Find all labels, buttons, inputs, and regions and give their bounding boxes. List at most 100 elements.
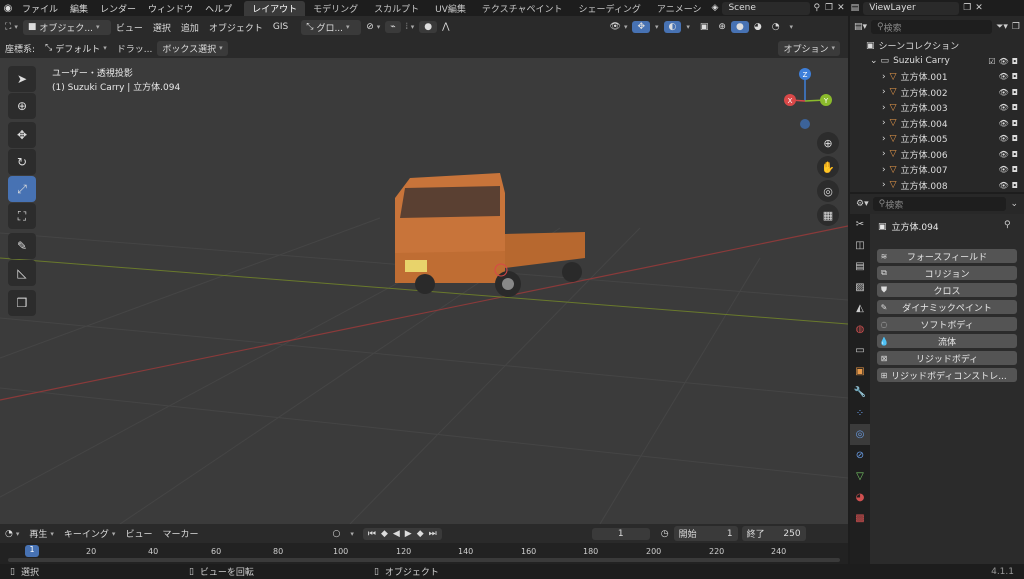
fluid-button[interactable]: 💧 流体	[877, 334, 1017, 348]
material-tab-icon[interactable]: ◕	[850, 487, 870, 508]
proportional-edit-toggle[interactable]: ●	[419, 21, 438, 33]
expand-chevron-icon[interactable]: ›	[882, 118, 886, 128]
solid-shading-icon[interactable]: ●	[730, 21, 749, 33]
menu-render[interactable]: レンダー	[94, 2, 142, 15]
view-layer-icon[interactable]: ▤	[851, 3, 860, 13]
filter-icon[interactable]: ⏷▾	[996, 22, 1008, 32]
menu-marker[interactable]: マーカー	[157, 526, 203, 541]
expand-chevron-icon[interactable]: ›	[882, 149, 886, 159]
blender-logo-icon[interactable]: ◉	[0, 0, 16, 16]
constraints-tab-icon[interactable]: ⊘	[850, 445, 870, 466]
eye-icon[interactable]: 👁	[999, 88, 1009, 97]
pin-icon[interactable]: ⚲	[813, 3, 820, 13]
force-field-button[interactable]: ≋ フォースフィールド	[877, 249, 1017, 263]
menu-view[interactable]: ビュー	[111, 20, 148, 35]
next-key-icon[interactable]: ◆	[417, 529, 424, 539]
playhead[interactable]: 1	[25, 545, 39, 557]
new-collection-icon[interactable]: ❐	[1012, 22, 1020, 32]
properties-options-icon[interactable]: ⌄	[1010, 199, 1018, 209]
camera-render-icon[interactable]: ◘	[1012, 150, 1018, 159]
tab-modeling[interactable]: モデリング	[305, 1, 366, 16]
menu-gis[interactable]: GIS	[268, 21, 293, 33]
snap-toggle[interactable]: ⌁	[385, 21, 401, 33]
cursor-tool-icon[interactable]: ⊕	[8, 93, 36, 119]
timeline-editor-button[interactable]: ◔ ▾	[0, 528, 24, 540]
particles-tab-icon[interactable]: ⁘	[850, 403, 870, 424]
list-item[interactable]: › ▽ 立方体.001 👁 ◘	[850, 69, 1024, 85]
eye-icon[interactable]: 👁	[999, 72, 1009, 81]
jump-end-icon[interactable]: ⏭	[429, 529, 437, 539]
menu-file[interactable]: ファイル	[16, 2, 64, 15]
menu-select[interactable]: 選択	[148, 20, 176, 35]
mode-dropdown[interactable]: ■ オブジェク... ▾	[22, 19, 111, 35]
tab-sculpt[interactable]: スカルプト	[366, 1, 427, 16]
annotate-tool-icon[interactable]: ✎	[8, 233, 36, 259]
options-dropdown[interactable]: オプション ▾	[778, 40, 840, 56]
outliner-editor-icon[interactable]: ▤▾	[854, 22, 867, 32]
scene-icon[interactable]: ◈	[712, 3, 719, 13]
menu-help[interactable]: ヘルプ	[199, 2, 238, 15]
camera-render-icon[interactable]: ◘	[1012, 103, 1018, 112]
render-tab-icon[interactable]: ◫	[850, 235, 870, 256]
tab-shading[interactable]: シェーディング	[571, 1, 649, 16]
coordinate-dropdown[interactable]: ⤡ デフォルト ▾	[40, 41, 112, 56]
view-layer-field[interactable]: ViewLayer	[863, 1, 960, 15]
list-item[interactable]: › ▽ 立方体.008 👁 ◘	[850, 178, 1024, 194]
box-select-dropdown[interactable]: ボックス選択 ▾	[157, 40, 228, 56]
camera-render-icon[interactable]: ◘	[1012, 165, 1018, 174]
modifier-tab-icon[interactable]: 🔧	[850, 382, 870, 403]
collection-tab-icon[interactable]: ▭	[850, 340, 870, 361]
zoom-icon[interactable]: ⊕	[817, 132, 839, 154]
measure-tool-icon[interactable]: ◺	[8, 260, 36, 286]
timeline-track[interactable]: 1 20 40 60 80 100 120 140 160 180 200 22…	[0, 543, 848, 564]
eye-icon[interactable]: 👁	[999, 150, 1009, 159]
pan-hand-icon[interactable]: ✋	[817, 156, 839, 178]
world-tab-icon[interactable]: ◍	[850, 319, 870, 340]
menu-playback[interactable]: 再生 ▾	[24, 526, 59, 541]
expand-chevron-icon[interactable]: ›	[882, 87, 886, 97]
playback-controls[interactable]: ⏮ ◆ ◀ ▶ ◆ ⏭	[362, 527, 442, 540]
end-frame-field[interactable]: 終了 250	[741, 526, 806, 541]
select-tool-icon[interactable]: ➤	[8, 66, 36, 92]
material-shading-icon[interactable]: ◕	[749, 21, 767, 33]
data-tab-icon[interactable]: ▽	[850, 466, 870, 487]
list-item[interactable]: › ▽ 立方体.005 👁 ◘	[850, 131, 1024, 147]
camera-render-icon[interactable]: ◘	[1012, 72, 1018, 81]
eye-icon[interactable]: 👁	[999, 134, 1009, 143]
scene-tab-icon[interactable]: ◭	[850, 298, 870, 319]
expand-chevron-icon[interactable]: ›	[882, 72, 886, 82]
cloth-button[interactable]: ⛊ クロス	[877, 283, 1017, 297]
eye-icon[interactable]: 👁	[999, 103, 1009, 112]
pivot-point-button[interactable]: ⊘ ▾	[361, 21, 385, 33]
scene-collection-row[interactable]: ▣ シーンコレクション	[850, 38, 1024, 54]
gizmo-toggle[interactable]: ✥	[632, 21, 651, 33]
rigid-body-button[interactable]: ⊠ リジッドボディ	[877, 351, 1017, 365]
clock-icon[interactable]: ◷	[656, 528, 674, 540]
menu-timeline-view[interactable]: ビュー	[120, 526, 157, 541]
expand-chevron-icon[interactable]: ›	[882, 165, 886, 175]
scene-field[interactable]: Scene	[722, 1, 811, 15]
dynamic-paint-button[interactable]: ✎ ダイナミックペイント	[877, 300, 1017, 314]
eye-icon[interactable]: 👁	[999, 57, 1009, 66]
navigation-gizmo[interactable]: Z X Y	[770, 66, 840, 136]
tab-animation[interactable]: アニメーシ	[649, 1, 710, 16]
scale-tool-icon[interactable]: ⤢	[8, 176, 36, 202]
move-tool-icon[interactable]: ✥	[8, 122, 36, 148]
camera-render-icon[interactable]: ◘	[1012, 119, 1018, 128]
timeline-scrollbar[interactable]	[8, 558, 840, 562]
pin-icon[interactable]: ⚲	[1004, 220, 1011, 230]
camera-render-icon[interactable]: ◘	[1012, 181, 1018, 190]
soft-body-button[interactable]: ◌ ソフトボディ	[877, 317, 1017, 331]
keyframe-dropdown[interactable]: ▾	[345, 529, 359, 539]
list-item[interactable]: › ▽ 立方体.006 👁 ◘	[850, 147, 1024, 163]
tool-tab-icon[interactable]: ✂	[850, 214, 870, 235]
properties-editor-icon[interactable]: ⚙▾	[856, 199, 869, 209]
expand-chevron-icon[interactable]: ›	[882, 180, 886, 190]
editor-type-button[interactable]: ⛶ ▾	[0, 21, 23, 33]
object-tab-icon[interactable]: ▣	[850, 361, 870, 382]
play-reverse-icon[interactable]: ◀	[393, 529, 400, 539]
shading-dropdown[interactable]: ▾	[785, 22, 799, 32]
wireframe-shading-icon[interactable]: ⊕	[713, 21, 731, 33]
camera-render-icon[interactable]: ◘	[1012, 134, 1018, 143]
menu-edit[interactable]: 編集	[64, 2, 94, 15]
